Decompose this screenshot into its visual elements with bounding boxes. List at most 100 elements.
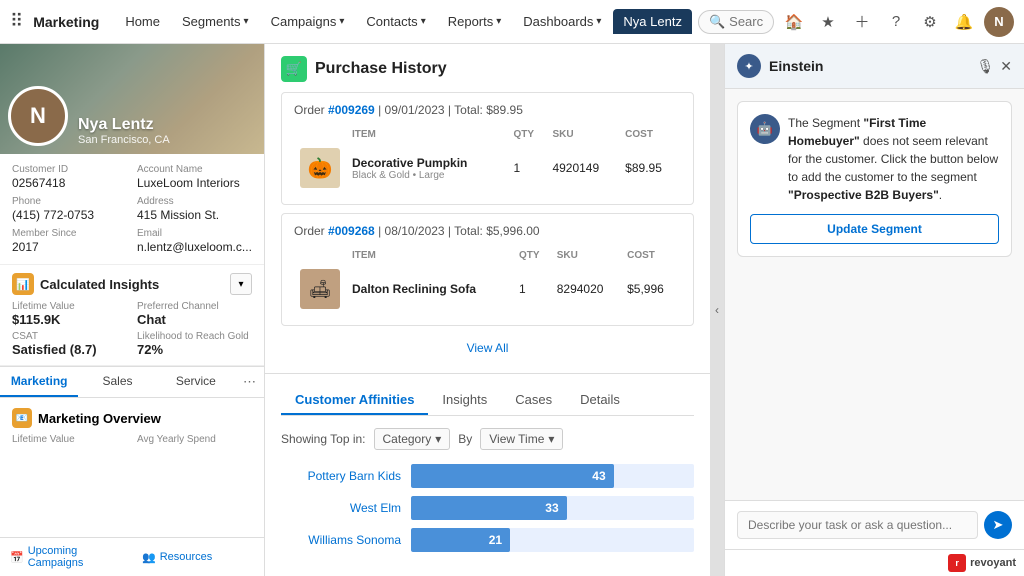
- by-label: By: [458, 432, 472, 446]
- qty-col-header: QTY: [510, 127, 547, 142]
- view-all-link[interactable]: View All: [467, 341, 509, 355]
- email-value: n.lentz@luxeloom.c...: [137, 240, 252, 254]
- tab-sales[interactable]: Sales: [78, 367, 156, 397]
- order-1-link[interactable]: #009269: [328, 103, 375, 117]
- revoyant-icon: r: [948, 554, 966, 572]
- einstein-actions: 🎙 ✕: [976, 58, 1012, 75]
- lifetime-value-item: Lifetime Value $115.9K: [12, 301, 127, 327]
- chat-input-area: ➤: [725, 500, 1024, 549]
- nav-reports[interactable]: Reports ▾: [438, 9, 512, 34]
- tab-more[interactable]: ⋯: [235, 367, 264, 397]
- item-col-header-2: ITEM: [348, 248, 513, 263]
- category-chevron: ▾: [435, 432, 441, 446]
- help-icon[interactable]: ?: [882, 8, 910, 36]
- close-btn[interactable]: ✕: [1000, 58, 1012, 75]
- customer-id-value: 02567418: [12, 176, 65, 190]
- update-segment-button[interactable]: Update Segment: [750, 214, 999, 244]
- phone-label: Phone: [12, 196, 127, 207]
- grid-icon[interactable]: ⠿: [10, 11, 23, 32]
- home-icon[interactable]: 🏠: [780, 8, 808, 36]
- resources-btn[interactable]: 👥 Resources: [132, 538, 264, 576]
- order-1-cost: $89.95: [621, 144, 679, 192]
- bar-track-3: 21: [411, 528, 694, 552]
- upcoming-campaigns-btn[interactable]: 📅 Upcoming Campaigns: [0, 538, 132, 576]
- pumpkin-thumb: 🎃: [300, 148, 340, 188]
- order-2-row: 🛋 Dalton Reclining Sofa 1 8294020 $5,996: [296, 265, 679, 313]
- likelihood-label: Likelihood to Reach Gold: [137, 331, 252, 342]
- mkt-avg-label: Avg Yearly Spend: [137, 434, 252, 445]
- nav-campaigns[interactable]: Campaigns ▾: [261, 9, 355, 34]
- bar-label-2[interactable]: West Elm: [281, 501, 401, 515]
- order-1-header: Order #009269 | 09/01/2023 | Total: $89.…: [294, 103, 681, 117]
- address-value: 415 Mission St.: [137, 208, 219, 222]
- nav-contacts[interactable]: Contacts ▾: [356, 9, 435, 34]
- purchase-history-title: Purchase History: [315, 60, 447, 78]
- tab-details[interactable]: Details: [566, 386, 634, 415]
- search-bar[interactable]: 🔍: [698, 10, 774, 34]
- microphone-btn[interactable]: 🎙: [976, 58, 994, 75]
- einstein-card-header: 🤖 The Segment "First Time Homebuyer" doe…: [750, 114, 999, 204]
- avatar[interactable]: N: [984, 7, 1014, 37]
- view-all-row: View All: [281, 334, 694, 361]
- tab-insights[interactable]: Insights: [428, 386, 501, 415]
- likelihood-item: Likelihood to Reach Gold 72%: [137, 331, 252, 357]
- insights-title-row: 📊 Calculated Insights: [12, 273, 159, 295]
- nav-dashboards[interactable]: Dashboards ▾: [513, 9, 611, 34]
- bar-value-3: 21: [489, 533, 502, 547]
- chat-input[interactable]: [737, 511, 978, 539]
- account-name-field: Account Name LuxeLoom Interiors: [137, 164, 252, 190]
- preferred-channel-item: Preferred Channel Chat: [137, 301, 252, 327]
- profile-name: Nya Lentz: [78, 116, 170, 134]
- order-1-row: 🎃 Decorative Pumpkin Black & Gold • Larg…: [296, 144, 679, 192]
- tab-customer-affinities[interactable]: Customer Affinities: [281, 386, 428, 415]
- add-icon[interactable]: ＋: [848, 8, 876, 36]
- view-time-chevron: ▾: [548, 432, 554, 446]
- tab-service[interactable]: Service: [157, 367, 235, 397]
- profile-tabs: Marketing Sales Service ⋯: [0, 366, 264, 398]
- tab-marketing[interactable]: Marketing: [0, 367, 78, 397]
- cost-col-header: COST: [621, 127, 679, 142]
- bar-track-2: 33: [411, 496, 694, 520]
- einstein-panel: ✦ Einstein 🎙 ✕ 🤖 The Segment "First Time…: [724, 44, 1024, 576]
- brand-label: Marketing: [33, 14, 99, 30]
- showing-top-label: Showing Top in:: [281, 432, 366, 446]
- tab-cases[interactable]: Cases: [501, 386, 566, 415]
- marketing-title-row: 📧 Marketing Overview: [12, 408, 252, 428]
- bar-label-3[interactable]: Williams Sonoma: [281, 533, 401, 547]
- order-1-block: Order #009269 | 09/01/2023 | Total: $89.…: [281, 92, 694, 205]
- nav-segments[interactable]: Segments ▾: [172, 9, 259, 34]
- insights-dropdown[interactable]: ▾: [230, 273, 252, 295]
- item-sub: Black & Gold • Large: [352, 170, 504, 181]
- einstein-suggestion-card: 🤖 The Segment "First Time Homebuyer" doe…: [737, 101, 1012, 257]
- panel-collapse-btn[interactable]: ‹: [710, 44, 724, 576]
- category-option: Category: [383, 432, 432, 446]
- insights-icon: 📊: [12, 273, 34, 295]
- lifetime-value: $115.9K: [12, 312, 60, 327]
- profile-header: N Nya Lentz San Francisco, CA: [0, 44, 264, 154]
- settings-icon[interactable]: ⚙: [916, 8, 944, 36]
- sofa-thumb: 🛋: [300, 269, 340, 309]
- search-icon: 🔍: [709, 14, 725, 30]
- member-since-value: 2017: [12, 240, 39, 254]
- order-1-qty: 1: [510, 144, 547, 192]
- order-2-block: Order #009268 | 08/10/2023 | Total: $5,9…: [281, 213, 694, 326]
- order-2-link[interactable]: #009268: [328, 224, 375, 238]
- send-button[interactable]: ➤: [984, 511, 1012, 539]
- customer-id-field: Customer ID 02567418: [12, 164, 127, 190]
- nav-active-tab[interactable]: Nya Lentz: [613, 9, 692, 34]
- phone-field: Phone (415) 772-0753: [12, 196, 127, 222]
- search-input[interactable]: [729, 14, 763, 29]
- csat-item: CSAT Satisfied (8.7): [12, 331, 127, 357]
- bar-row-3: Williams Sonoma 21: [281, 528, 694, 552]
- account-name-value: LuxeLoom Interiors: [137, 176, 240, 190]
- member-since-field: Member Since 2017: [12, 228, 127, 254]
- preferred-channel-label: Preferred Channel: [137, 301, 252, 312]
- bar-label-1[interactable]: Pottery Barn Kids: [281, 469, 401, 483]
- profile-details: Customer ID 02567418 Account Name LuxeLo…: [0, 154, 264, 265]
- bell-icon[interactable]: 🔔: [950, 8, 978, 36]
- cart-icon: 🛒: [281, 56, 307, 82]
- star-icon[interactable]: ★: [814, 8, 842, 36]
- view-time-select[interactable]: View Time ▾: [480, 428, 563, 450]
- nav-home[interactable]: Home: [115, 9, 170, 34]
- category-select[interactable]: Category ▾: [374, 428, 451, 450]
